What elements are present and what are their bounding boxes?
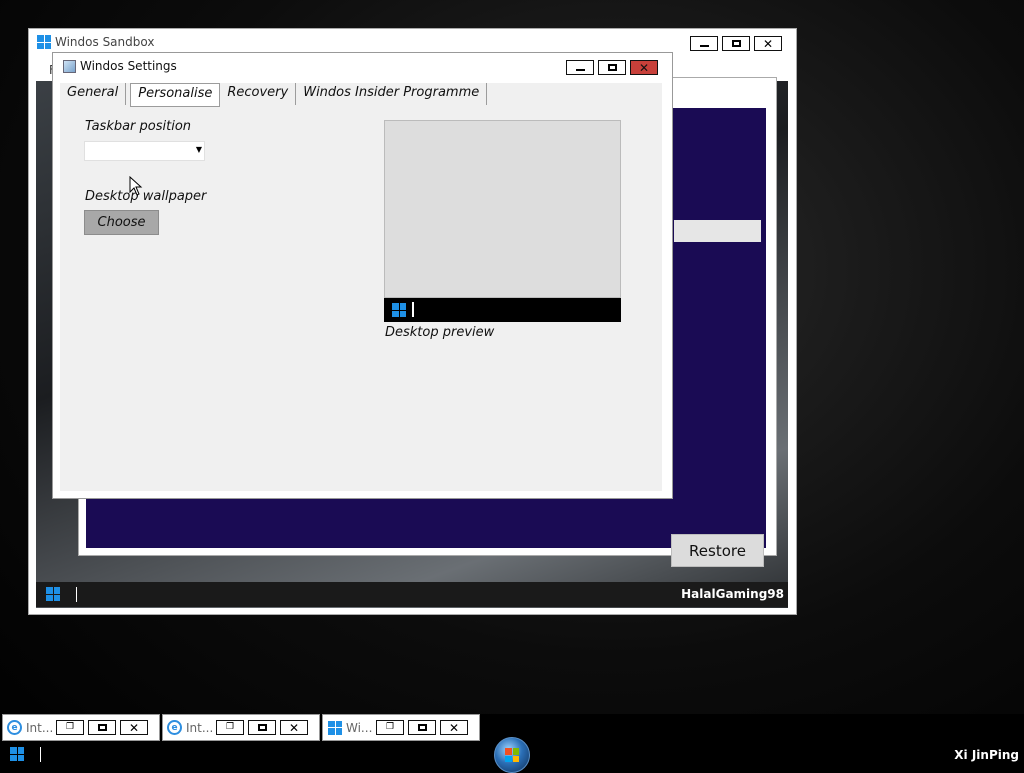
tab-windos-insider-programme[interactable]: Windos Insider Programme	[296, 83, 488, 105]
maximize-button[interactable]	[598, 60, 626, 75]
chevron-down-icon: ▼	[195, 145, 202, 154]
maximize-button[interactable]	[248, 720, 276, 735]
tab-recovery[interactable]: Recovery	[220, 83, 297, 105]
restore-button[interactable]: Restore	[671, 534, 764, 567]
taskbar-position-value	[85, 146, 88, 160]
mouse-cursor-icon	[129, 176, 143, 196]
desktop-preview-label: Desktop preview	[385, 325, 495, 340]
settings-window: Windos Settings ✕ General Personalise Re…	[52, 52, 673, 499]
maximize-button[interactable]	[722, 36, 750, 51]
maximize-button[interactable]	[408, 720, 436, 735]
sandbox-title: Windos Sandbox	[55, 35, 155, 49]
close-button[interactable]: ✕	[280, 720, 308, 735]
minimize-button[interactable]	[566, 60, 594, 75]
taskbar-position-label: Taskbar position	[85, 119, 192, 134]
settings-title: Windos Settings	[80, 59, 177, 73]
ie-icon: e	[167, 720, 182, 735]
windows-flag-icon	[505, 748, 519, 762]
sandbox-window-controls: ✕	[690, 36, 782, 51]
preview-taskbar-caret	[412, 302, 414, 317]
sandbox-username: HalalGaming98	[681, 587, 784, 601]
settings-app-icon	[63, 59, 76, 73]
close-button[interactable]: ✕	[754, 36, 782, 51]
taskbar-position-select[interactable]: ▼	[84, 141, 205, 161]
preview-start-icon	[392, 303, 406, 317]
restore-down-button[interactable]: ❐	[216, 720, 244, 735]
taskbar-item[interactable]: e Int... ❐ ✕	[2, 714, 160, 741]
start-button[interactable]	[10, 747, 24, 761]
taskbar-item-label: Int...	[186, 720, 212, 735]
restore-down-button[interactable]: ❐	[376, 720, 404, 735]
taskbar-caret	[40, 747, 41, 762]
ie-icon: e	[7, 720, 22, 735]
tab-personalise[interactable]: Personalise	[130, 83, 221, 107]
windows-logo-icon	[392, 303, 406, 317]
sandbox-start-button[interactable]	[46, 587, 60, 601]
close-button[interactable]: ✕	[440, 720, 468, 735]
windows-logo-icon	[10, 747, 24, 761]
taskbar-item-label: Wi...	[346, 720, 372, 735]
tab-general[interactable]: General	[60, 83, 127, 105]
preview-taskbar	[384, 298, 621, 322]
maximize-button[interactable]	[88, 720, 116, 735]
taskbar-item-label: Int...	[26, 720, 52, 735]
settings-window-controls: ✕	[566, 60, 658, 75]
desktop-wallpaper-label: Desktop wallpaper	[85, 189, 207, 204]
main-taskbar: Xi JinPing	[0, 737, 1024, 773]
close-button[interactable]: ✕	[120, 720, 148, 735]
sandbox-taskbar-caret	[76, 587, 77, 602]
choose-wallpaper-button[interactable]: Choose	[84, 210, 159, 235]
windows-logo-icon	[46, 587, 60, 601]
restore-down-button[interactable]: ❐	[56, 720, 84, 735]
sandbox-taskbar: HalalGaming98	[36, 582, 788, 607]
desktop-preview-image	[384, 120, 621, 298]
taskbar-item[interactable]: Wi... ❐ ✕	[322, 714, 480, 741]
minimize-button[interactable]	[690, 36, 718, 51]
taskbar-username: Xi JinPing	[954, 748, 1019, 762]
windows-logo-icon	[328, 720, 342, 735]
close-button[interactable]: ✕	[630, 60, 658, 75]
taskbar-item[interactable]: e Int... ❐ ✕	[162, 714, 320, 741]
settings-tabs: General Personalise Recovery Windos Insi…	[60, 83, 488, 107]
windows-logo-icon	[37, 35, 51, 49]
back-window-field[interactable]	[674, 220, 761, 242]
